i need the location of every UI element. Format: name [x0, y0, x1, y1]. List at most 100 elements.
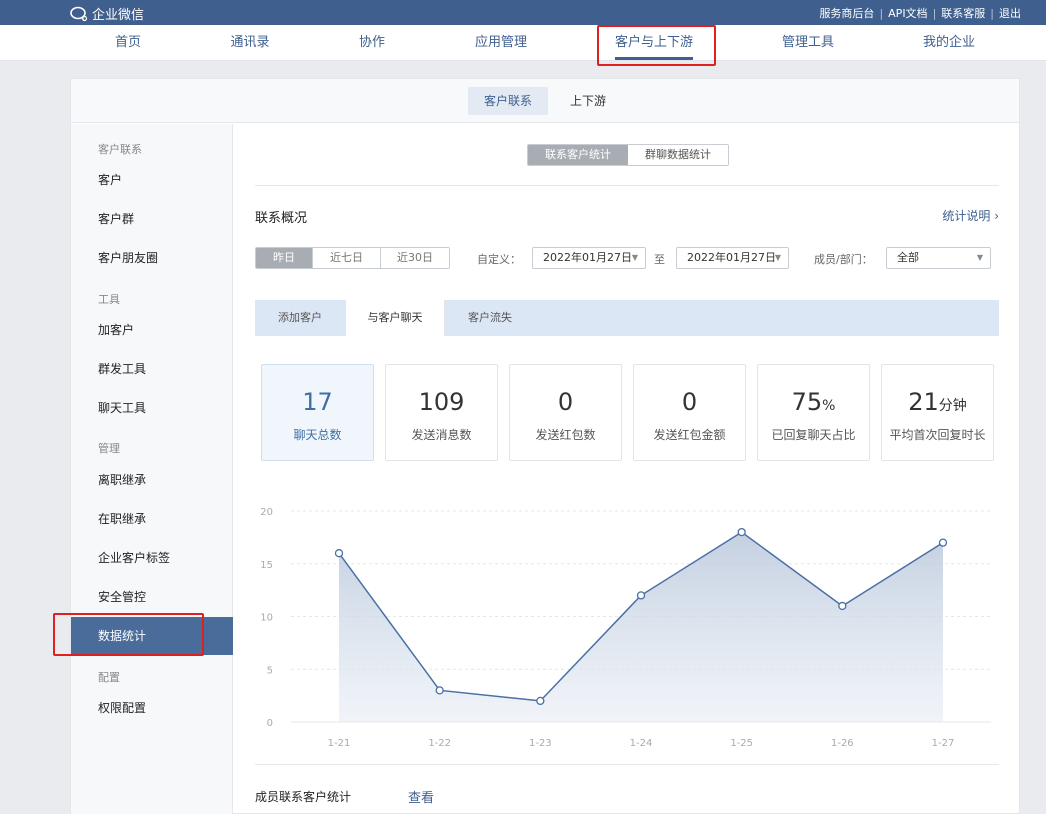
top-links: 服务商后台 | API文档 | 联系客服 | 退出 [819, 5, 1021, 21]
x-tick-label: 1-22 [428, 738, 451, 749]
sidebar-group-title: 配置 [98, 671, 120, 684]
top-bar: 企业微信 服务商后台 | API文档 | 联系客服 | 退出 [0, 0, 1046, 25]
stat-label: 聊天总数 [293, 428, 342, 442]
stat-value: 109 [418, 388, 465, 416]
nav-my-enterprise[interactable]: 我的企业 [923, 25, 975, 61]
sidebar-item-mass-send[interactable]: 群发工具 [71, 350, 233, 388]
main-nav: 首页 通讯录 协作 应用管理 客户与上下游 管理工具 我的企业 [0, 25, 1046, 61]
divider [255, 764, 999, 765]
sidebar-item-security[interactable]: 安全管控 [71, 578, 233, 616]
y-tick-label: 10 [260, 613, 273, 624]
stat-card-red-packet-amount[interactable]: 0 发送红包金额 [633, 364, 746, 461]
start-date-picker[interactable]: 2022年01月27日 ▼ [532, 247, 646, 269]
stat-card-first-reply-time[interactable]: 21分钟 平均首次回复时长 [881, 364, 994, 461]
series-area [339, 532, 943, 722]
data-point [838, 601, 847, 611]
sidebar-item-chat-tools[interactable]: 聊天工具 [71, 389, 233, 427]
metric-tabs: 添加客户 与客户聊天 客户流失 [255, 300, 999, 336]
nav-app-management[interactable]: 应用管理 [475, 25, 527, 61]
sidebar-item-customer-groups[interactable]: 客户群 [71, 200, 233, 238]
sidebar: 客户联系 客户 客户群 客户朋友圈 工具 加客户 群发工具 聊天工具 管理 离职… [71, 124, 233, 814]
sidebar-item-moments[interactable]: 客户朋友圈 [71, 239, 233, 277]
data-point [737, 527, 746, 537]
range-yesterday-button[interactable]: 昨日 [256, 248, 313, 268]
x-tick-label: 1-25 [730, 738, 753, 749]
divider [255, 185, 999, 186]
data-point [536, 696, 545, 706]
x-tick-label: 1-26 [831, 738, 854, 749]
custom-label: 自定义： [477, 253, 521, 266]
chevron-down-icon: ▼ [774, 253, 781, 262]
end-date-picker[interactable]: 2022年01月27日 ▼ [676, 247, 789, 269]
sidebar-item-active-transfer[interactable]: 在职继承 [71, 500, 233, 538]
provider-console-link[interactable]: 服务商后台 [819, 5, 874, 21]
tab-upstream-downstream[interactable]: 上下游 [554, 87, 622, 115]
chevron-down-icon: ▼ [976, 253, 983, 262]
x-tick-label: 1-23 [529, 738, 552, 749]
nav-customers-partners[interactable]: 客户与上下游 [614, 25, 694, 61]
date-range-buttons: 昨日 近七日 近30日 [255, 247, 450, 269]
chevron-down-icon: ▼ [631, 253, 638, 262]
member-dept-select[interactable]: 全部 ▼ [886, 247, 991, 269]
logout-link[interactable]: 退出 [999, 5, 1021, 21]
contact-support-link[interactable]: 联系客服 [941, 5, 985, 21]
stat-card-reply-ratio[interactable]: 75% 已回复聊天占比 [757, 364, 870, 461]
stat-label: 发送消息数 [411, 428, 472, 442]
data-point [435, 686, 444, 695]
view-member-stats-link[interactable]: 查看 [408, 787, 434, 806]
x-tick-label: 1-21 [328, 738, 351, 749]
range-7days-button[interactable]: 近七日 [313, 248, 381, 268]
sidebar-group-title: 客户联系 [98, 143, 142, 156]
tab-customer-contact[interactable]: 客户联系 [468, 87, 549, 115]
nav-contacts[interactable]: 通讯录 [230, 25, 269, 61]
separator: | [990, 6, 994, 20]
app-logo[interactable]: 企业微信 [70, 4, 144, 23]
nav-home[interactable]: 首页 [115, 25, 141, 61]
trend-chart: 0 5 10 15 20 1-21 1-22 1-23 1-24 1-25 1-26 1-27 [260, 507, 991, 749]
stat-card-total-chats[interactable]: 17 聊天总数 [261, 364, 374, 461]
member-label: 成员/部门： [814, 253, 873, 266]
sidebar-group-title: 工具 [98, 293, 120, 306]
stats-help-link[interactable]: 统计说明 › [942, 207, 999, 224]
nav-management-tools[interactable]: 管理工具 [782, 25, 834, 61]
data-point [334, 549, 344, 558]
stat-value: 21分钟 [908, 388, 967, 416]
wecom-logo-icon [70, 6, 88, 21]
sidebar-item-add-customer[interactable]: 加客户 [71, 311, 233, 349]
sidebar-item-customer-tags[interactable]: 企业客户标签 [71, 539, 233, 577]
member-stats-title: 成员联系客户统计 [255, 790, 352, 804]
member-value: 全部 [897, 251, 919, 264]
start-date-value: 2022年01月27日 [543, 251, 632, 264]
x-tick-label: 1-24 [630, 738, 653, 749]
toggle-group-chat-stats[interactable]: 群聊数据统计 [628, 145, 728, 165]
stat-card-messages-sent[interactable]: 109 发送消息数 [385, 364, 498, 461]
section-title: 联系概况 [255, 211, 308, 226]
y-tick-label: 5 [267, 665, 273, 676]
stat-value: 75% [791, 388, 836, 416]
api-docs-link[interactable]: API文档 [888, 5, 927, 21]
to-label: 至 [654, 253, 665, 266]
sidebar-item-resigned-transfer[interactable]: 离职继承 [71, 461, 233, 499]
sidebar-group-title: 管理 [98, 442, 120, 455]
main-panel: 联系客户统计 群聊数据统计 联系概况 统计说明 › 昨日 近七日 近30日 自定… [233, 124, 1019, 814]
data-point [938, 538, 948, 547]
sidebar-item-data-statistics[interactable]: 数据统计 [71, 617, 233, 655]
sidebar-item-customers[interactable]: 客户 [71, 161, 233, 199]
tab-chat-with-customers[interactable]: 与客户聊天 [345, 300, 445, 336]
content-card: 客户联系 上下游 客户联系 客户 客户群 客户朋友圈 工具 加客户 群发工具 聊… [70, 78, 1020, 814]
stat-card-red-packets[interactable]: 0 发送红包数 [509, 364, 622, 461]
stat-value: 0 [681, 388, 698, 416]
stat-value: 17 [302, 388, 333, 416]
stats-type-toggle: 联系客户统计 群聊数据统计 [527, 144, 729, 166]
sidebar-item-permissions[interactable]: 权限配置 [71, 689, 233, 727]
stat-label: 发送红包数 [535, 428, 596, 442]
stat-value: 0 [557, 388, 574, 416]
separator: | [932, 6, 937, 20]
range-30days-button[interactable]: 近30日 [381, 248, 449, 268]
tab-customer-loss[interactable]: 客户流失 [445, 300, 535, 336]
separator: | [879, 6, 884, 20]
toggle-contact-stats[interactable]: 联系客户统计 [528, 145, 628, 165]
nav-collaboration[interactable]: 协作 [359, 25, 385, 61]
tab-add-customers[interactable]: 添加客户 [255, 300, 345, 336]
stat-label: 已回复聊天占比 [771, 428, 856, 442]
